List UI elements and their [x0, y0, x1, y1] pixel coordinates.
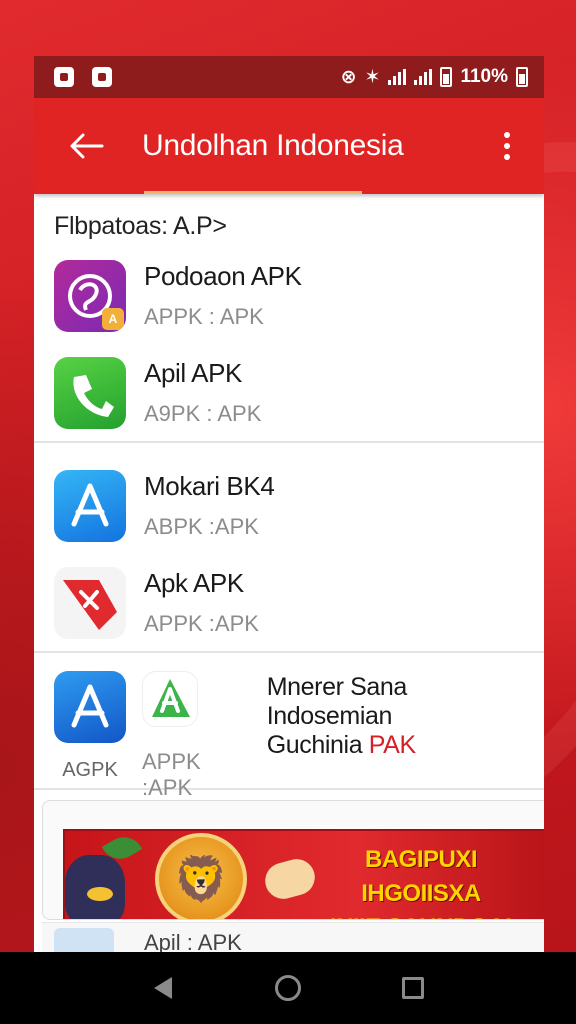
app-group-3: AGPK APPK :APK Mnerer Sana Indosemian Gu… — [34, 653, 544, 800]
phone-screen: ⊗ ✶ 110% Undolhan Indonesia Flbpatoas: A… — [34, 56, 544, 956]
blue-a-store-icon — [54, 469, 126, 542]
app-caption: AGPK — [62, 759, 118, 781]
back-arrow-icon — [70, 133, 104, 159]
signal-icon — [388, 69, 407, 85]
app-subtitle: APPK :APK — [144, 611, 259, 636]
app-title: Mokari BK4 — [144, 471, 275, 501]
status-bar: ⊗ ✶ 110% — [34, 56, 544, 98]
nav-back-button[interactable] — [143, 968, 183, 1008]
notification-mail-icon — [54, 67, 74, 87]
nav-home-button[interactable] — [268, 968, 308, 1008]
green-a-app-icon — [142, 671, 198, 727]
list-item[interactable]: Apk APK APPK :APK — [34, 554, 544, 651]
list-item[interactable]: APPK :APK — [142, 671, 251, 800]
home-circle-icon — [274, 975, 301, 1001]
navigation-bar — [0, 952, 576, 1024]
list-item[interactable]: Mokari BK4 ABPK :APK — [34, 457, 544, 554]
blue-a-app-icon — [54, 671, 126, 743]
app-subtitle: A9PK : APK — [144, 401, 262, 426]
battery-2-icon — [516, 67, 528, 87]
app-group-2: Mokari BK4 ABPK :APK Apk APK APPK :APK — [34, 443, 544, 653]
list-item[interactable]: A Podoaon APK APPK : APK — [34, 247, 544, 344]
tab-indicator — [144, 191, 362, 194]
list-item[interactable]: AGPK — [54, 671, 126, 788]
purple-swirl-app-icon: A — [54, 259, 126, 332]
app-description-accent: PAK — [368, 731, 416, 759]
app-title: Podoaon APK — [144, 261, 302, 291]
promo-banner[interactable]: 🦁 BAGIPUXI IHGOIISXA INIIE SAUNDGA! — [63, 829, 544, 919]
app-description-line-2: Guchinia PAK — [267, 731, 524, 760]
app-bar: Undolhan Indonesia — [34, 98, 544, 194]
app-description[interactable]: Mnerer Sana Indosemian Guchinia PAK — [267, 671, 524, 788]
signal-2-icon — [414, 69, 433, 85]
lion-mascot-icon: 🦁 — [155, 833, 247, 919]
page-title: Undolhan Indonesia — [142, 129, 404, 162]
app-group-1: A Podoaon APK APPK : APK Apil APK A9PK :… — [34, 247, 544, 443]
bird-mascot-icon — [65, 855, 125, 919]
back-button[interactable] — [62, 121, 112, 171]
app-description-line-1: Mnerer Sana Indosemian — [266, 673, 408, 730]
app-subtitle: APPK :APK — [142, 749, 201, 800]
app-title: Apil APK — [144, 358, 242, 388]
section-header: Flbpatoas: A.P> — [54, 212, 227, 240]
battery-percentage: 110% — [460, 66, 508, 87]
app-subtitle: APPK : APK — [144, 304, 264, 329]
app-description-prefix: Guchinia — [266, 731, 369, 759]
nav-recents-button[interactable] — [393, 968, 433, 1008]
list-item[interactable]: Apil APK A9PK : APK — [34, 344, 544, 441]
recents-square-icon — [402, 977, 425, 999]
back-triangle-icon — [153, 977, 172, 999]
promo-card[interactable]: 🦁 BAGIPUXI IHGOIISXA INIIE SAUNDGA! — [42, 800, 544, 920]
more-options-button[interactable] — [492, 132, 522, 160]
list-item[interactable]: Apil : APK — [42, 922, 544, 956]
wifi-icon: ✶ — [364, 66, 381, 88]
promo-line-1: BAGIPUXI IHGOIISXA — [361, 846, 481, 907]
promo-line-2: INIIE SAUNDGA! — [305, 911, 537, 919]
battery-icon — [440, 67, 453, 87]
alarm-icon: ⊗ — [340, 66, 357, 88]
app-title: Apk APK — [144, 568, 244, 598]
promo-text: BAGIPUXI IHGOIISXA INIIE SAUNDGA! — [305, 843, 537, 919]
notification-app-icon — [92, 67, 112, 87]
green-phone-app-icon — [54, 356, 126, 429]
app-subtitle: ABPK :APK — [144, 514, 259, 539]
red-tag-app-icon — [54, 566, 126, 639]
